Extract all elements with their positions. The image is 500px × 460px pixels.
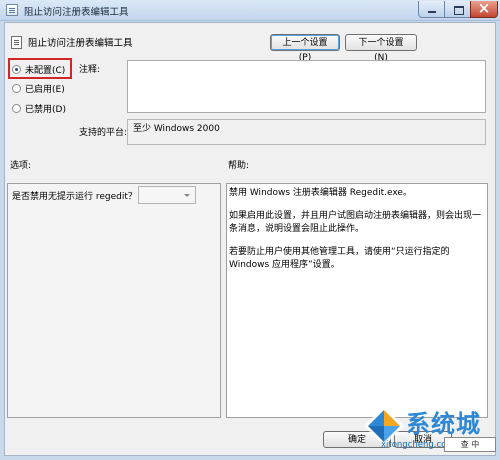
minimize-button[interactable] bbox=[418, 1, 445, 18]
help-text: 如果启用此设置，并且用户试图启动注册表编辑器，则会出现一条消息，说明设置会阻止此… bbox=[229, 211, 482, 234]
watermark-brand: 系统城 bbox=[406, 410, 481, 438]
maximize-button[interactable] bbox=[444, 1, 471, 18]
help-text: 禁用 Windows 注册表编辑器 Regedit.exe。 bbox=[229, 188, 412, 198]
next-setting-button[interactable]: 下一个设置(N) bbox=[345, 34, 417, 63]
window-title: 阻止访问注册表编辑工具 bbox=[24, 7, 129, 18]
radio-label: 已启用(E) bbox=[25, 85, 65, 95]
supported-platform-label: 支持的平台: bbox=[79, 128, 128, 138]
comment-label: 注释: bbox=[79, 65, 101, 75]
policy-window-icon bbox=[6, 4, 18, 16]
help-label: 帮助: bbox=[228, 161, 250, 171]
supported-platform-value: 至少 Windows 2000 bbox=[133, 124, 220, 134]
silent-regedit-question: 是否禁用无提示运行 regedit？ bbox=[12, 192, 137, 202]
annotation-highlight-box bbox=[8, 58, 72, 79]
help-text: 若要防止用户使用其他管理工具，请使用“只运行指定的 Windows 应用程序”设… bbox=[229, 247, 450, 270]
radio-label: 已禁用(D) bbox=[25, 105, 66, 115]
silent-regedit-select[interactable] bbox=[138, 186, 196, 204]
previous-setting-button[interactable]: 上一个设置(P) bbox=[270, 34, 340, 63]
radio-indicator bbox=[12, 104, 21, 113]
close-button[interactable] bbox=[470, 0, 498, 18]
options-label: 选项: bbox=[10, 161, 32, 171]
radio-indicator bbox=[12, 84, 21, 93]
watermark-badge: 查 中 bbox=[444, 437, 496, 452]
comment-textarea[interactable] bbox=[127, 60, 486, 113]
options-panel bbox=[7, 183, 221, 418]
policy-setting-icon bbox=[11, 36, 22, 49]
policy-title: 阻止访问注册表编辑工具 bbox=[28, 38, 133, 49]
